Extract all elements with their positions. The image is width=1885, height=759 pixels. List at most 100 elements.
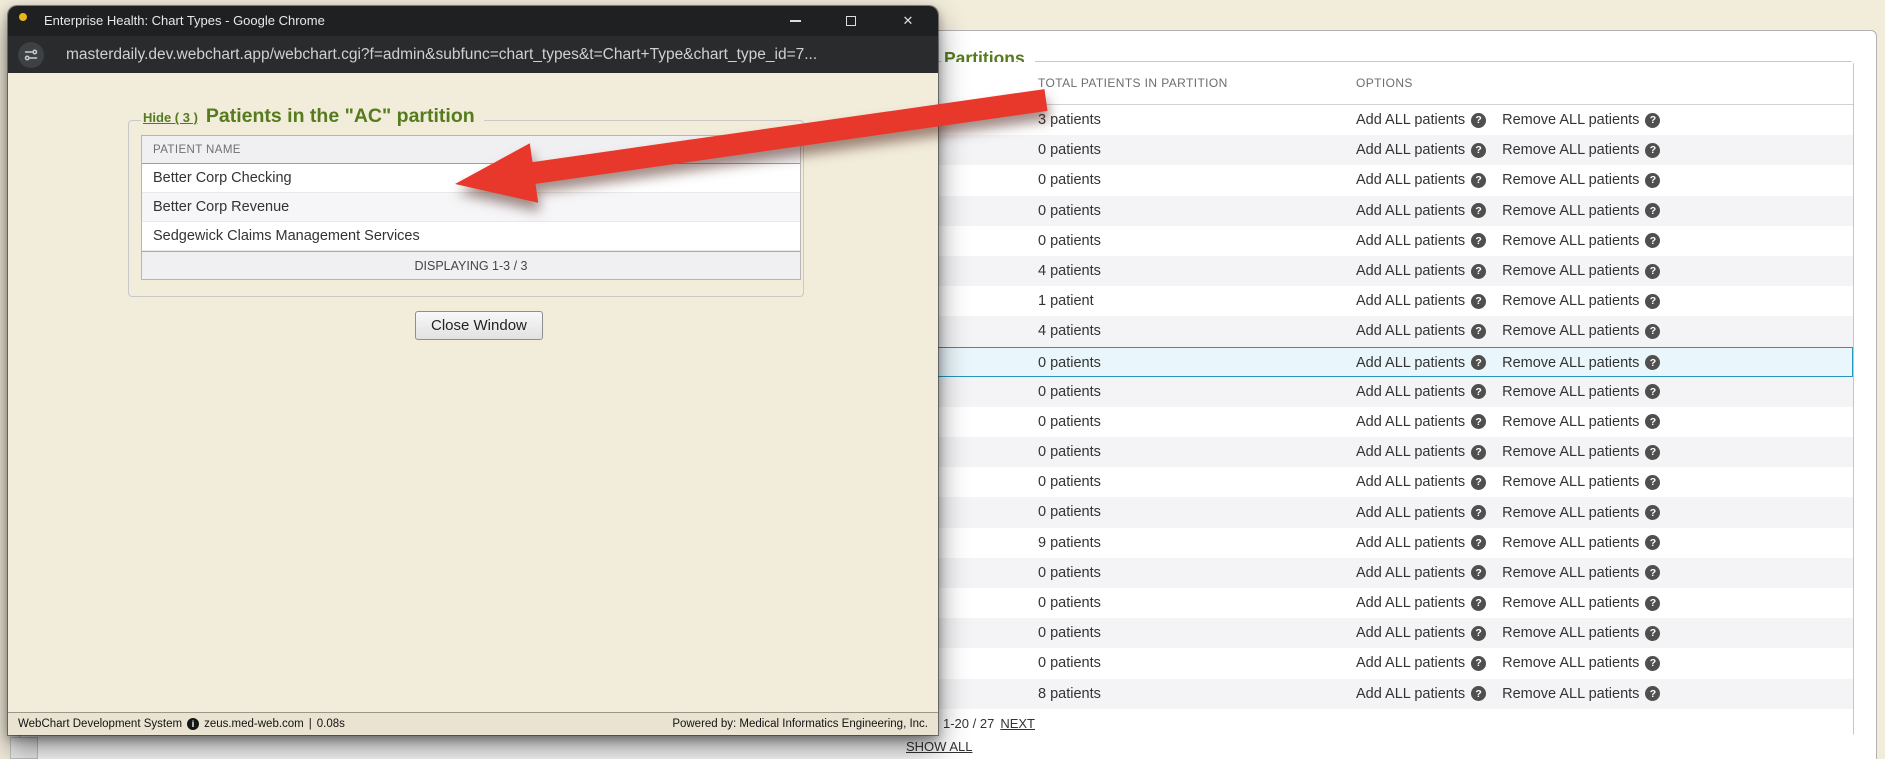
hide-link[interactable]: Hide ( 3 ) — [143, 110, 198, 125]
total-patients-cell: 0 patients — [1038, 504, 1101, 521]
remove-all-patients-link[interactable]: Remove ALL patients — [1502, 203, 1639, 219]
help-icon[interactable]: ? — [1645, 505, 1661, 521]
remove-all-patients-link[interactable]: Remove ALL patients — [1502, 112, 1639, 128]
remove-all-patients-link[interactable]: Remove ALL patients — [1502, 625, 1639, 641]
next-page-link[interactable]: NEXT — [1000, 716, 1035, 731]
help-icon[interactable]: ? — [1645, 112, 1661, 128]
help-icon[interactable]: ? — [1471, 355, 1487, 371]
add-all-patients-link[interactable]: Add ALL patients — [1356, 355, 1465, 371]
help-icon[interactable]: ? — [1645, 323, 1661, 339]
add-all-patients-link[interactable]: Add ALL patients — [1356, 505, 1465, 521]
help-icon[interactable]: ? — [1471, 323, 1487, 339]
help-icon[interactable]: ? — [1471, 142, 1487, 158]
remove-all-patients-link[interactable]: Remove ALL patients — [1502, 384, 1639, 400]
help-icon[interactable]: ? — [1471, 233, 1487, 249]
help-icon[interactable]: ? — [1471, 203, 1487, 219]
add-all-patients-link[interactable]: Add ALL patients — [1356, 444, 1465, 460]
help-icon[interactable]: ? — [1471, 686, 1487, 702]
add-all-patients-link[interactable]: Add ALL patients — [1356, 384, 1465, 400]
help-icon[interactable]: ? — [1471, 414, 1487, 430]
close-window-button[interactable]: ✕ — [893, 6, 923, 36]
help-icon[interactable]: ? — [1645, 203, 1661, 219]
help-icon[interactable]: ? — [1471, 565, 1487, 581]
remove-all-patients-link[interactable]: Remove ALL patients — [1502, 686, 1639, 702]
options-cell: Add ALL patients ? Remove ALL patients ? — [1356, 588, 1661, 618]
help-icon[interactable]: ? — [1645, 355, 1661, 371]
remove-all-patients-link[interactable]: Remove ALL patients — [1502, 505, 1639, 521]
remove-all-patients-link[interactable]: Remove ALL patients — [1502, 293, 1639, 309]
help-icon[interactable]: ? — [1645, 233, 1661, 249]
close-window-action-button[interactable]: Close Window — [415, 311, 543, 340]
total-patients-cell: 4 patients — [1038, 262, 1101, 279]
add-all-patients-link[interactable]: Add ALL patients — [1356, 565, 1465, 581]
add-all-patients-link[interactable]: Add ALL patients — [1356, 263, 1465, 279]
add-all-patients-link[interactable]: Add ALL patients — [1356, 172, 1465, 188]
site-settings-icon[interactable] — [18, 41, 44, 68]
url-text[interactable]: masterdaily.dev.webchart.app/webchart.cg… — [66, 36, 926, 73]
remove-all-patients-link[interactable]: Remove ALL patients — [1502, 323, 1639, 339]
show-all-link[interactable]: SHOW ALL — [906, 739, 972, 754]
url-bar[interactable]: masterdaily.dev.webchart.app/webchart.cg… — [8, 36, 938, 73]
add-all-patients-link[interactable]: Add ALL patients — [1356, 142, 1465, 158]
help-icon[interactable]: ? — [1645, 535, 1661, 551]
help-icon[interactable]: ? — [1645, 293, 1661, 309]
help-icon[interactable]: ? — [1471, 625, 1487, 641]
help-icon[interactable]: ? — [1471, 112, 1487, 128]
maximize-button[interactable] — [836, 6, 866, 36]
help-icon[interactable]: ? — [1645, 595, 1661, 611]
help-icon[interactable]: ? — [1471, 293, 1487, 309]
remove-all-patients-link[interactable]: Remove ALL patients — [1502, 535, 1639, 551]
help-icon[interactable]: ? — [1471, 595, 1487, 611]
help-icon[interactable]: ? — [1645, 263, 1661, 279]
options-cell: Add ALL patients ? Remove ALL patients ? — [1356, 135, 1661, 165]
help-icon[interactable]: ? — [1471, 384, 1487, 400]
help-icon[interactable]: ? — [1645, 655, 1661, 671]
remove-all-patients-link[interactable]: Remove ALL patients — [1502, 474, 1639, 490]
remove-all-patients-link[interactable]: Remove ALL patients — [1502, 355, 1639, 371]
help-icon[interactable]: ? — [1645, 414, 1661, 430]
minimize-button[interactable] — [780, 6, 810, 36]
add-all-patients-link[interactable]: Add ALL patients — [1356, 625, 1465, 641]
help-icon[interactable]: ? — [1645, 565, 1661, 581]
help-icon[interactable]: ? — [1645, 172, 1661, 188]
total-patients-cell: 0 patients — [1038, 354, 1101, 371]
help-icon[interactable]: ? — [1471, 535, 1487, 551]
add-all-patients-link[interactable]: Add ALL patients — [1356, 686, 1465, 702]
remove-all-patients-link[interactable]: Remove ALL patients — [1502, 655, 1639, 671]
statusbar-separator: | — [308, 718, 312, 730]
help-icon[interactable]: ? — [1471, 505, 1487, 521]
remove-all-patients-link[interactable]: Remove ALL patients — [1502, 233, 1639, 249]
powered-by-text: Powered by: Medical Informatics Engineer… — [672, 718, 928, 730]
help-icon[interactable]: ? — [1645, 686, 1661, 702]
add-all-patients-link[interactable]: Add ALL patients — [1356, 112, 1465, 128]
remove-all-patients-link[interactable]: Remove ALL patients — [1502, 595, 1639, 611]
help-icon[interactable]: ? — [1471, 263, 1487, 279]
help-icon[interactable]: ? — [1471, 474, 1487, 490]
add-all-patients-link[interactable]: Add ALL patients — [1356, 203, 1465, 219]
help-icon[interactable]: ? — [1645, 384, 1661, 400]
add-all-patients-link[interactable]: Add ALL patients — [1356, 293, 1465, 309]
add-all-patients-link[interactable]: Add ALL patients — [1356, 323, 1465, 339]
add-all-patients-link[interactable]: Add ALL patients — [1356, 474, 1465, 490]
options-cell: Add ALL patients ? Remove ALL patients ? — [1356, 679, 1661, 709]
remove-all-patients-link[interactable]: Remove ALL patients — [1502, 142, 1639, 158]
add-all-patients-link[interactable]: Add ALL patients — [1356, 655, 1465, 671]
remove-all-patients-link[interactable]: Remove ALL patients — [1502, 172, 1639, 188]
help-icon[interactable]: ? — [1471, 444, 1487, 460]
add-all-patients-link[interactable]: Add ALL patients — [1356, 535, 1465, 551]
remove-all-patients-link[interactable]: Remove ALL patients — [1502, 444, 1639, 460]
help-icon[interactable]: ? — [1645, 142, 1661, 158]
remove-all-patients-link[interactable]: Remove ALL patients — [1502, 263, 1639, 279]
add-all-patients-link[interactable]: Add ALL patients — [1356, 414, 1465, 430]
remove-all-patients-link[interactable]: Remove ALL patients — [1502, 565, 1639, 581]
help-icon[interactable]: ? — [1645, 444, 1661, 460]
help-icon[interactable]: ? — [1645, 625, 1661, 641]
add-all-patients-link[interactable]: Add ALL patients — [1356, 595, 1465, 611]
help-icon[interactable]: ? — [1471, 172, 1487, 188]
add-all-patients-link[interactable]: Add ALL patients — [1356, 233, 1465, 249]
remove-all-patients-link[interactable]: Remove ALL patients — [1502, 414, 1639, 430]
help-icon[interactable]: ? — [1645, 474, 1661, 490]
total-patients-cell: 0 patients — [1038, 444, 1101, 461]
total-patients-cell: 0 patients — [1038, 655, 1101, 672]
help-icon[interactable]: ? — [1471, 655, 1487, 671]
